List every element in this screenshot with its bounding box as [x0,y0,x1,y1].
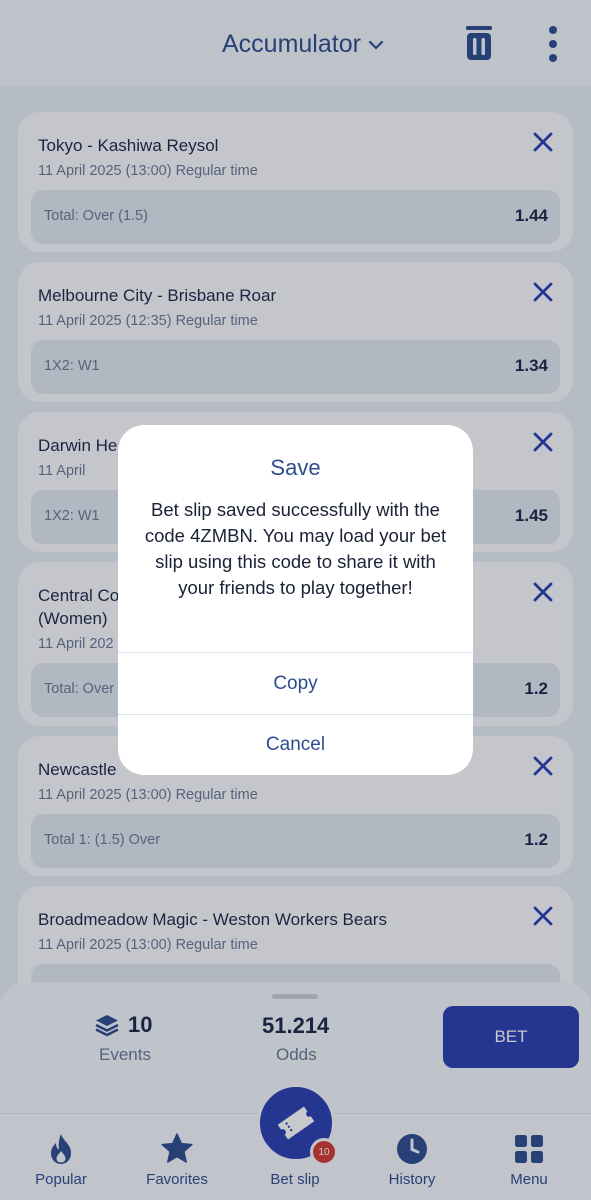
dialog-message: Bet slip saved successfully with the cod… [144,499,447,598]
divider [118,652,473,653]
copy-button[interactable]: Copy [118,654,473,714]
cancel-button[interactable]: Cancel [118,715,473,775]
save-dialog: Save Bet slip saved successfully with th… [118,425,473,775]
dialog-title: Save [270,455,321,480]
